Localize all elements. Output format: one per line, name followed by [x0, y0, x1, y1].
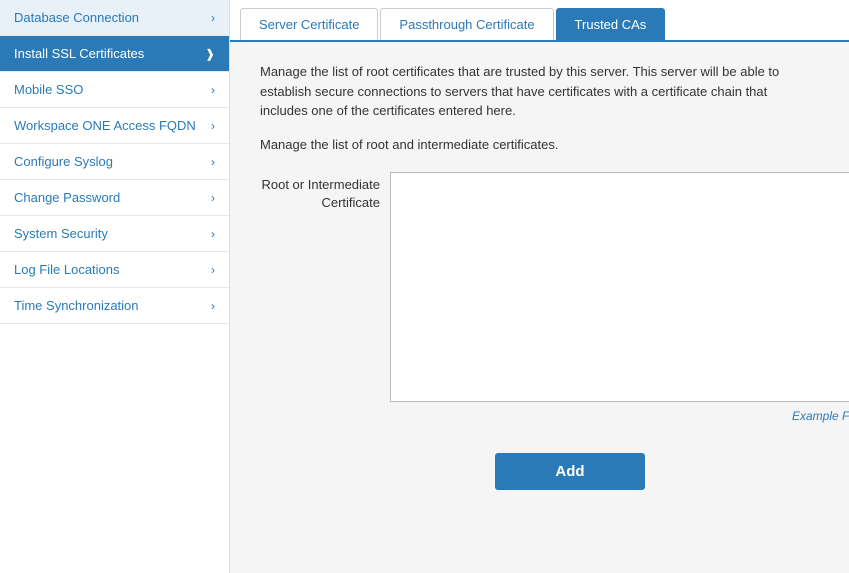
- sidebar-item-label: Change Password: [14, 190, 120, 205]
- sidebar-item-label: Configure Syslog: [14, 154, 113, 169]
- chevron-right-icon: ›: [211, 83, 215, 97]
- example-format-wrapper: Example Format: [390, 409, 849, 423]
- certificate-input-wrapper: Example Format: [390, 172, 849, 423]
- sidebar-item-label: System Security: [14, 226, 108, 241]
- tab-server-certificate[interactable]: Server Certificate: [240, 8, 378, 40]
- content-area: Manage the list of root certificates tha…: [230, 42, 849, 573]
- add-button-row: Add: [260, 453, 849, 490]
- sidebar-item-change-password[interactable]: Change Password ›: [0, 180, 229, 216]
- chevron-right-icon: ›: [211, 119, 215, 133]
- sidebar-item-system-security[interactable]: System Security ›: [0, 216, 229, 252]
- add-button[interactable]: Add: [495, 453, 644, 490]
- description-text-2: Manage the list of root and intermediate…: [260, 135, 849, 155]
- sidebar-item-label: Database Connection: [14, 10, 139, 25]
- certificate-textarea[interactable]: [390, 172, 849, 402]
- sidebar-item-label: Log File Locations: [14, 262, 120, 277]
- sidebar: Database Connection › Install SSL Certif…: [0, 0, 230, 573]
- sidebar-item-time-synchronization[interactable]: Time Synchronization ›: [0, 288, 229, 324]
- chevron-right-icon: ›: [211, 155, 215, 169]
- sidebar-item-label: Workspace ONE Access FQDN: [14, 118, 196, 133]
- sidebar-item-install-ssl[interactable]: Install SSL Certificates ❱: [0, 36, 229, 72]
- certificate-label: Root or Intermediate Certificate: [260, 172, 390, 212]
- sidebar-item-workspace-fqdn[interactable]: Workspace ONE Access FQDN ›: [0, 108, 229, 144]
- tab-passthrough-certificate[interactable]: Passthrough Certificate: [380, 8, 553, 40]
- main-content: Server Certificate Passthrough Certifica…: [230, 0, 849, 573]
- example-format-link[interactable]: Example Format: [390, 409, 849, 423]
- sidebar-item-configure-syslog[interactable]: Configure Syslog ›: [0, 144, 229, 180]
- sidebar-item-log-file-locations[interactable]: Log File Locations ›: [0, 252, 229, 288]
- tab-bar: Server Certificate Passthrough Certifica…: [230, 0, 849, 42]
- sidebar-item-label: Mobile SSO: [14, 82, 83, 97]
- chevron-right-icon: ›: [211, 299, 215, 313]
- sidebar-item-label: Time Synchronization: [14, 298, 139, 313]
- chevron-right-icon: ❱: [205, 47, 215, 61]
- chevron-right-icon: ›: [211, 227, 215, 241]
- certificate-form-row: Root or Intermediate Certificate Example…: [260, 172, 849, 423]
- chevron-right-icon: ›: [211, 191, 215, 205]
- tab-trusted-cas[interactable]: Trusted CAs: [556, 8, 666, 40]
- sidebar-item-mobile-sso[interactable]: Mobile SSO ›: [0, 72, 229, 108]
- chevron-right-icon: ›: [211, 263, 215, 277]
- chevron-right-icon: ›: [211, 11, 215, 25]
- description-text-1: Manage the list of root certificates tha…: [260, 62, 780, 121]
- sidebar-item-label: Install SSL Certificates: [14, 46, 144, 61]
- sidebar-item-database-connection[interactable]: Database Connection ›: [0, 0, 229, 36]
